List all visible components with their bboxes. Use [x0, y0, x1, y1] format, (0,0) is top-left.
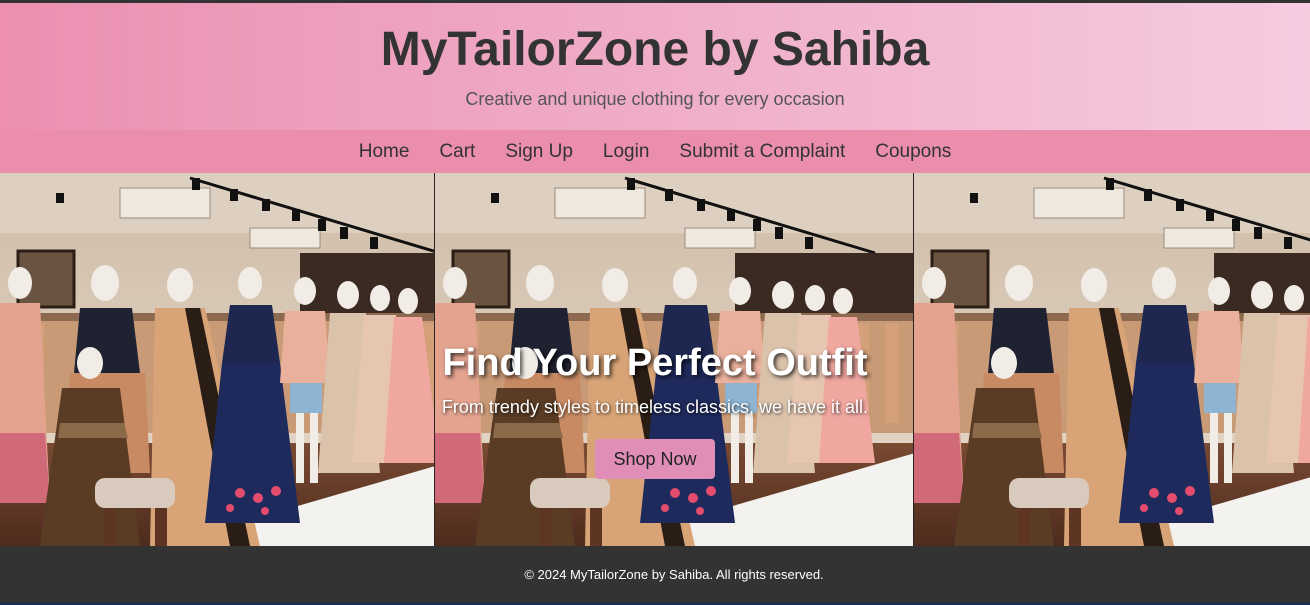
- copyright-text: © 2024 MyTailorZone by Sahiba. All right…: [524, 567, 824, 582]
- nav-submit-complaint[interactable]: Submit a Complaint: [679, 141, 845, 163]
- nav-cart[interactable]: Cart: [439, 141, 475, 163]
- hero-section: Find Your Perfect Outfit From trendy sty…: [0, 173, 1310, 546]
- hero-image-right: [914, 173, 1310, 546]
- nav-coupons[interactable]: Coupons: [875, 141, 951, 163]
- main-nav: Home Cart Sign Up Login Submit a Complai…: [0, 130, 1310, 173]
- shop-now-button[interactable]: Shop Now: [595, 439, 715, 479]
- hero-image-left: [0, 173, 435, 546]
- nav-login[interactable]: Login: [603, 141, 650, 163]
- site-title: MyTailorZone by Sahiba: [380, 23, 930, 76]
- nav-sign-up[interactable]: Sign Up: [505, 141, 573, 163]
- site-tagline: Creative and unique clothing for every o…: [465, 89, 845, 109]
- site-footer: © 2024 MyTailorZone by Sahiba. All right…: [0, 546, 1310, 605]
- site-header: MyTailorZone by Sahiba Creative and uniq…: [0, 3, 1310, 130]
- hero-image-center: [435, 173, 914, 546]
- nav-home[interactable]: Home: [359, 141, 410, 163]
